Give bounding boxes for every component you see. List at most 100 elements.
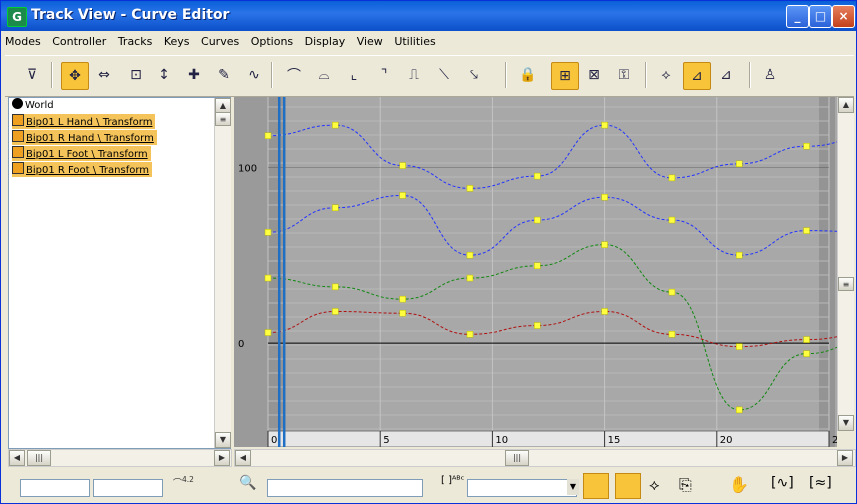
tangent-linear-icon[interactable]: ⟍ <box>431 62 457 88</box>
edit-keys-icon[interactable]: ⎘ <box>679 475 703 499</box>
tree-item-label: Bip01 L Hand \ Transform <box>26 117 153 128</box>
move-keys-icon[interactable]: ✥ <box>61 62 89 90</box>
tree-item-world[interactable]: World <box>12 98 54 113</box>
scale-keys-icon[interactable]: ⊡ <box>123 62 149 88</box>
curve-key <box>399 192 406 199</box>
value-axis-panel <box>234 97 268 447</box>
toolbar-separator <box>271 62 273 88</box>
window-title: Track View - Curve Editor <box>31 7 230 23</box>
curve-key <box>264 329 272 336</box>
filter-selected-tracks-icon[interactable] <box>583 473 609 499</box>
tangent-custom-icon[interactable]: ⌓ <box>311 62 337 88</box>
curve-key <box>803 227 810 234</box>
zoom-selected-icon[interactable]: ⟡ <box>649 475 673 499</box>
menu-keys[interactable]: Keys <box>160 32 194 51</box>
toolbar: ⊽ ✥ ⇔ ⊡ ↕ ✚ ✎ ∿ ⌒ ⌓ ⌞ ⌝ ⎍ ⟍ ⤥ 🔒 ⊞ ⊠ ⚿ ⟡ … <box>5 55 854 97</box>
scroll-down-button[interactable]: ▼ <box>215 432 231 448</box>
title-bar[interactable]: G Track View - Curve Editor _ □ × <box>1 1 856 31</box>
name-selection-icon[interactable]: [ ]ᴬᴮᶜ <box>441 475 464 486</box>
pan-hand-icon[interactable]: ✋ <box>729 475 753 499</box>
chevron-down-icon[interactable]: ▼ <box>567 479 579 495</box>
tree-item-r-foot[interactable]: Bip01 R Foot \ Transform <box>12 162 153 177</box>
tangent-smooth-icon[interactable]: ⤥ <box>461 62 487 88</box>
world-icon <box>12 98 23 109</box>
tree-vertical-scrollbar[interactable]: ▲ ≡ ▼ <box>214 98 231 448</box>
curve-graph[interactable]: 100 0 0 5 10 15 20 25 <box>234 97 837 447</box>
curve-key <box>264 274 272 282</box>
filter-selected-curves-icon[interactable] <box>615 473 641 499</box>
tree-item-l-hand[interactable]: Bip01 L Hand \ Transform <box>12 114 156 129</box>
scroll-down-button[interactable]: ▼ <box>838 415 854 431</box>
maximize-button[interactable]: □ <box>809 5 832 28</box>
scroll-thumb[interactable]: ≡ <box>215 112 231 126</box>
tree-item-l-foot[interactable]: Bip01 L Foot \ Transform <box>12 146 151 161</box>
menu-display[interactable]: Display <box>301 32 350 51</box>
curve-key <box>466 331 474 338</box>
curve-key <box>534 172 541 180</box>
lock-tangents-icon[interactable]: ⊿ <box>683 62 711 90</box>
tangent-fast-icon[interactable]: ⌞ <box>341 62 367 88</box>
zoom-horizontal-extents-icon[interactable]: [∿] <box>771 475 795 499</box>
tangent-slow-icon[interactable]: ⌝ <box>371 62 397 88</box>
lock-selection-icon[interactable]: 🔒 <box>515 62 541 88</box>
menu-tracks[interactable]: Tracks <box>114 32 157 51</box>
curve-key <box>735 251 743 259</box>
graph-horizontal-scrollbar[interactable]: ◀ ||| ▶ <box>234 449 856 467</box>
move-horizontal-icon[interactable]: ⇔ <box>91 62 117 88</box>
expression-field[interactable] <box>267 479 423 497</box>
scroll-up-button[interactable]: ▲ <box>838 97 854 113</box>
y-label-0: 0 <box>238 339 244 350</box>
toolbar-separator <box>749 62 751 88</box>
reduce-keys-icon[interactable]: ∿ <box>241 62 267 88</box>
ruler-label: 20 <box>720 435 733 446</box>
draw-curves-icon[interactable]: ✎ <box>211 62 237 88</box>
menu-bar: Modes Controller Tracks Keys Curves Opti… <box>1 32 856 52</box>
curve-key <box>332 308 339 315</box>
curve-key <box>601 241 608 248</box>
menu-modes[interactable]: Modes <box>1 32 45 51</box>
curve-key <box>534 216 541 224</box>
lock-handles-icon[interactable]: ⊿ <box>713 62 739 88</box>
biped-icon[interactable]: ♙ <box>757 62 783 88</box>
scroll-thumb[interactable]: ||| <box>505 450 529 466</box>
scroll-thumb[interactable]: ||| <box>27 450 51 466</box>
tree-item-r-hand[interactable]: Bip01 R Hand \ Transform <box>12 130 157 145</box>
scroll-left-button[interactable]: ◀ <box>235 450 251 466</box>
zoom-region-icon[interactable]: 🔍 <box>239 475 261 497</box>
scroll-right-button[interactable]: ▶ <box>214 450 230 466</box>
close-button[interactable]: × <box>832 5 855 28</box>
scroll-left-button[interactable]: ◀ <box>9 450 25 466</box>
key-value-field[interactable] <box>93 479 163 497</box>
show-keyable-icon[interactable]: ⚿ <box>611 62 637 88</box>
tangent-auto-icon[interactable]: ⌒ <box>281 62 307 88</box>
curve-key <box>466 185 474 192</box>
tree-horizontal-scrollbar[interactable]: ◀ ||| ▶ <box>8 449 232 467</box>
filters-icon[interactable]: ⊽ <box>19 62 45 88</box>
menu-controller[interactable]: Controller <box>48 32 110 51</box>
curve-icon: ⌒ <box>173 479 183 489</box>
scroll-thumb[interactable]: ≡ <box>838 277 854 291</box>
menu-options[interactable]: Options <box>247 32 297 51</box>
menu-curves[interactable]: Curves <box>197 32 243 51</box>
graph-vertical-scrollbar[interactable]: ▲ ≡ ▼ <box>837 97 854 431</box>
show-all-tangents-icon[interactable]: ⟡ <box>653 62 679 88</box>
key-frame-field[interactable] <box>20 479 90 497</box>
coord-value: 4.2 <box>182 475 194 484</box>
curve-key <box>668 216 676 224</box>
minimize-button[interactable]: _ <box>786 5 809 28</box>
toolbar-separator <box>645 62 647 88</box>
parameter-curve-icon[interactable]: ⊠ <box>581 62 607 88</box>
snap-frames-icon[interactable]: ⊞ <box>551 62 579 90</box>
menu-view[interactable]: View <box>353 32 387 51</box>
menu-utilities[interactable]: Utilities <box>390 32 439 51</box>
curve-plot[interactable]: 100 0 0 5 10 15 20 25 <box>234 97 837 447</box>
scroll-right-button[interactable]: ▶ <box>837 450 853 466</box>
scale-values-icon[interactable]: ↕ <box>151 62 177 88</box>
add-keys-icon[interactable]: ✚ <box>181 62 207 88</box>
ruler-label: 15 <box>608 435 621 446</box>
time-ruler <box>267 430 830 447</box>
zoom-value-extents-icon[interactable]: [≈] <box>809 475 833 499</box>
tangent-step-icon[interactable]: ⎍ <box>401 62 427 88</box>
curve-key <box>399 309 406 317</box>
selection-dropdown[interactable] <box>467 479 577 497</box>
